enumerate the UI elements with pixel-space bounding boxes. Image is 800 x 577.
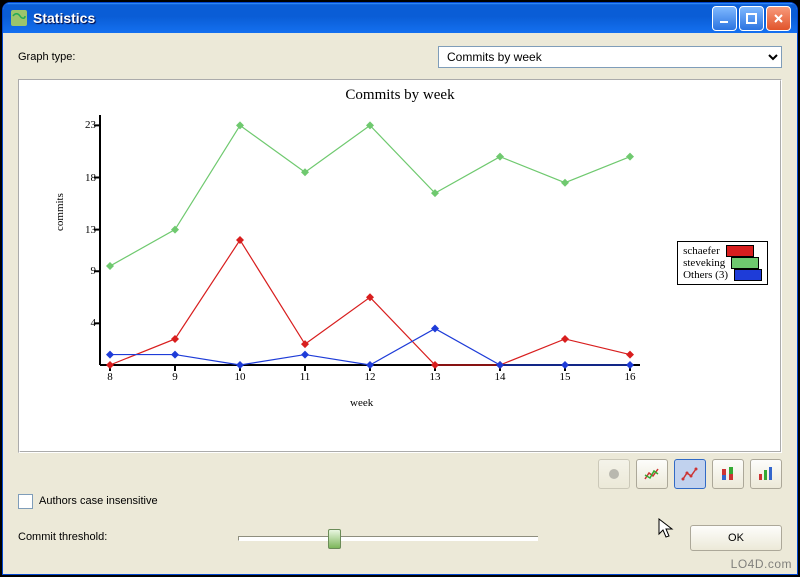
chart-toolbar xyxy=(598,459,782,489)
client-area: Graph type: Commits by week Commits by w… xyxy=(6,33,794,571)
graph-type-label: Graph type: xyxy=(18,51,138,63)
slider-thumb-icon xyxy=(328,529,341,549)
commit-threshold-slider[interactable] xyxy=(238,527,538,547)
close-button[interactable] xyxy=(766,6,791,31)
record-button[interactable] xyxy=(598,459,630,489)
legend-item: schaefer xyxy=(683,245,762,257)
y-tick: 4 xyxy=(78,317,96,329)
legend-label: Others (3) xyxy=(683,269,728,281)
checkbox-label: Authors case insensitive xyxy=(39,495,158,507)
statistics-window: Statistics Graph type: Commits by week C… xyxy=(2,2,798,575)
x-axis-label: week xyxy=(350,397,373,409)
legend-label: steveking xyxy=(683,257,725,269)
graph-type-select[interactable]: Commits by week xyxy=(438,46,782,68)
legend-label: schaefer xyxy=(683,245,720,257)
legend-swatch xyxy=(731,257,759,269)
bar-chart-button[interactable] xyxy=(750,459,782,489)
legend: schaeferstevekingOthers (3) xyxy=(677,241,768,285)
plot-canvas xyxy=(100,115,640,365)
chart-title: Commits by week xyxy=(20,87,780,104)
y-tick: 23 xyxy=(78,119,96,131)
commit-threshold-label: Commit threshold: xyxy=(18,531,218,543)
y-tick: 9 xyxy=(78,265,96,277)
y-axis-label: commits xyxy=(54,193,66,231)
y-tick: 13 xyxy=(78,224,96,236)
legend-swatch xyxy=(726,245,754,257)
legend-swatch xyxy=(734,269,762,281)
authors-case-insensitive-checkbox[interactable]: Authors case insensitive xyxy=(18,491,782,511)
line-chart-markers-button[interactable] xyxy=(674,459,706,489)
minimize-button[interactable] xyxy=(712,6,737,31)
window-title: Statistics xyxy=(33,10,712,26)
app-icon xyxy=(11,10,27,26)
y-tick: 18 xyxy=(78,172,96,184)
legend-item: steveking xyxy=(683,257,762,269)
line-chart-button[interactable] xyxy=(636,459,668,489)
titlebar[interactable]: Statistics xyxy=(3,3,797,33)
maximize-button[interactable] xyxy=(739,6,764,31)
chart-area: Commits by week commits week 49131823 89… xyxy=(18,79,782,453)
legend-item: Others (3) xyxy=(683,269,762,281)
ok-button[interactable]: OK xyxy=(690,525,782,551)
stacked-bar-button[interactable] xyxy=(712,459,744,489)
ok-button-label: OK xyxy=(728,532,744,544)
checkbox-icon xyxy=(18,494,33,509)
